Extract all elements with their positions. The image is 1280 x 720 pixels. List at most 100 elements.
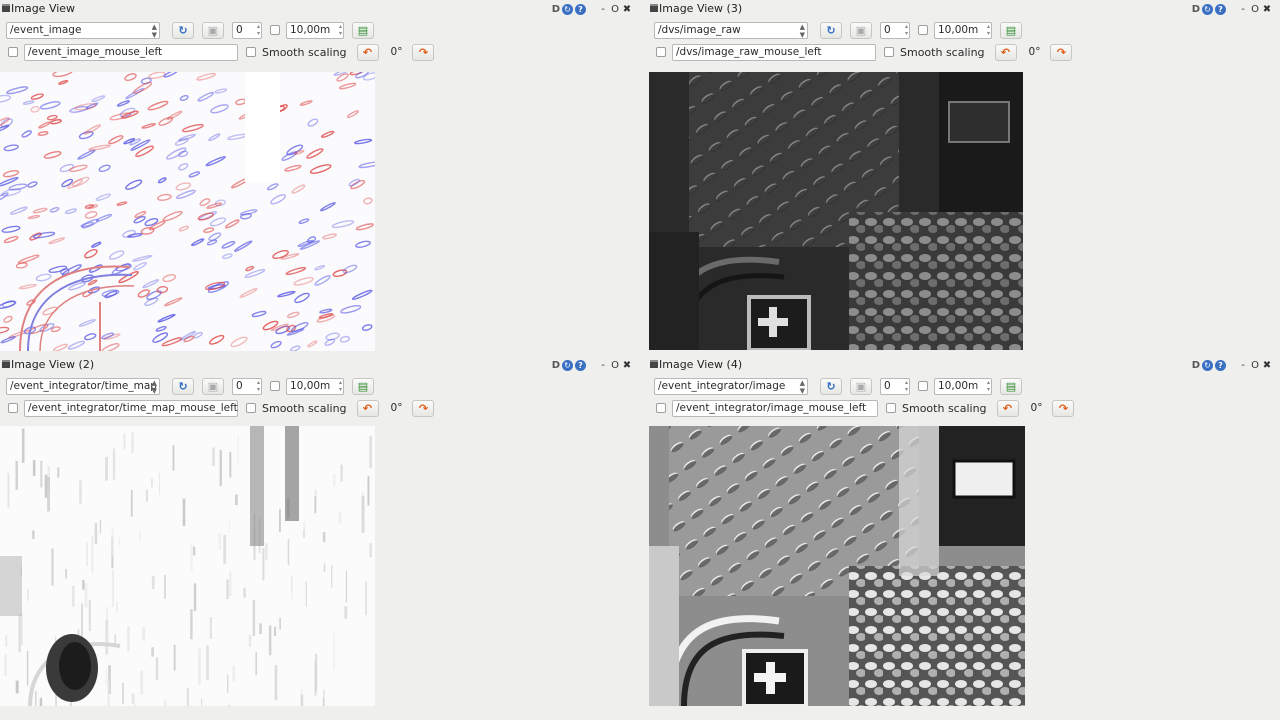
- zoom-spinbox[interactable]: 0 ▴ ▾: [880, 21, 910, 39]
- mouse-topic-field[interactable]: /dvs/image_raw_mouse_left: [672, 43, 876, 61]
- smooth-scaling-checkbox[interactable]: [246, 47, 256, 57]
- close-button[interactable]: ✖: [1262, 360, 1272, 371]
- smooth-scaling-checkbox[interactable]: [246, 403, 256, 413]
- topic-select-value: /event_integrator/time_map: [10, 379, 157, 392]
- rotate-right-button[interactable]: ↷: [1052, 399, 1075, 417]
- mouse-publish-checkbox[interactable]: [656, 47, 666, 57]
- integrated-image: [649, 426, 1025, 706]
- mouse-publish-checkbox[interactable]: [8, 47, 18, 57]
- zoom-spinbox[interactable]: 0 ▴ ▾: [232, 21, 262, 39]
- close-button[interactable]: ✖: [622, 4, 632, 15]
- refresh-icon: ↻: [826, 23, 836, 37]
- help-icon[interactable]: ?: [575, 359, 586, 371]
- dynamic-range-checkbox[interactable]: [918, 381, 928, 391]
- rotate-left-button[interactable]: ↶: [356, 399, 379, 417]
- zoom-value: 0: [884, 379, 891, 392]
- reload-icon[interactable]: ↻: [562, 3, 573, 15]
- zoom-spinbox[interactable]: 0 ▴ ▾: [880, 377, 910, 395]
- rate-value: 10,00m: [290, 379, 331, 392]
- mouse-publish-checkbox[interactable]: [8, 403, 18, 413]
- minimize-button[interactable]: -: [598, 4, 608, 15]
- zoom-icon: ▣: [855, 379, 867, 393]
- topic-select[interactable]: /event_integrator/time_map ▲ ▼: [6, 377, 160, 395]
- topic-select-value: /dvs/image_raw: [658, 23, 741, 36]
- refresh-topics-button[interactable]: ↻: [172, 21, 194, 39]
- help-icon[interactable]: ?: [1215, 3, 1226, 15]
- rate-spinbox[interactable]: 10,00m ▴ ▾: [934, 377, 992, 395]
- dynamic-range-checkbox[interactable]: [270, 381, 280, 391]
- mouse-publish-checkbox[interactable]: [656, 403, 666, 413]
- zoom-1-button[interactable]: ▣: [202, 377, 224, 395]
- save-image-button[interactable]: ▤: [1000, 377, 1022, 395]
- image-display[interactable]: [649, 426, 1025, 706]
- dynamic-range-checkbox[interactable]: [270, 25, 280, 35]
- rotate-left-button[interactable]: ↶: [356, 43, 379, 61]
- reload-icon[interactable]: ↻: [1202, 359, 1213, 371]
- rotate-right-icon: ↷: [1058, 401, 1069, 415]
- panel-titlebar[interactable]: Image View D ↻ ? - O ✖: [0, 1, 640, 17]
- dock-button[interactable]: D: [552, 4, 560, 15]
- panel-titlebar[interactable]: Image View (4) D ↻ ? - O ✖: [648, 357, 1280, 373]
- close-button[interactable]: ✖: [1262, 4, 1272, 15]
- reload-icon[interactable]: ↻: [1202, 3, 1213, 15]
- save-image-button[interactable]: ▤: [1000, 21, 1022, 39]
- image-view-panel-1: Image View D ↻ ? - O ✖ /event_image ▲ ▼ ↻…: [0, 0, 640, 356]
- rotate-left-button[interactable]: ↶: [996, 399, 1019, 417]
- mouse-topic-value: /event_integrator/time_map_mouse_left: [28, 401, 238, 414]
- dock-button[interactable]: D: [552, 360, 560, 371]
- window-controls: D ↻ ? - O ✖: [1192, 1, 1272, 17]
- mouse-topic-field[interactable]: /event_integrator/time_map_mouse_left: [24, 399, 238, 417]
- help-icon[interactable]: ?: [575, 3, 586, 15]
- rotate-right-button[interactable]: ↷: [412, 43, 435, 61]
- zoom-spinbox[interactable]: 0 ▴ ▾: [232, 377, 262, 395]
- rotate-right-button[interactable]: ↷: [412, 399, 435, 417]
- float-button[interactable]: O: [1250, 360, 1260, 371]
- dock-button[interactable]: D: [1192, 360, 1200, 371]
- combo-arrows-icon: ▲ ▼: [799, 22, 805, 39]
- topic-select[interactable]: /event_image ▲ ▼: [6, 21, 160, 39]
- smooth-scaling-checkbox[interactable]: [886, 403, 896, 413]
- rate-spinbox[interactable]: 10,00m ▴ ▾: [934, 21, 992, 39]
- refresh-topics-button[interactable]: ↻: [820, 377, 842, 395]
- topic-select[interactable]: /dvs/image_raw ▲ ▼: [654, 21, 808, 39]
- dock-button[interactable]: D: [1192, 4, 1200, 15]
- zoom-1-button[interactable]: ▣: [202, 21, 224, 39]
- image-display[interactable]: [0, 72, 375, 351]
- rate-spinbox[interactable]: 10,00m ▴ ▾: [286, 377, 344, 395]
- rotate-left-icon: ↶: [1000, 45, 1011, 59]
- image-display[interactable]: [649, 72, 1023, 350]
- mouse-topic-field[interactable]: /event_image_mouse_left: [24, 43, 238, 61]
- save-image-button[interactable]: ▤: [352, 21, 374, 39]
- zoom-icon: ▣: [207, 23, 219, 37]
- float-button[interactable]: O: [610, 4, 620, 15]
- float-button[interactable]: O: [1250, 4, 1260, 15]
- panel-title: Image View (3): [659, 2, 743, 15]
- panel-titlebar[interactable]: Image View (3) D ↻ ? - O ✖: [648, 1, 1280, 17]
- refresh-topics-button[interactable]: ↻: [172, 377, 194, 395]
- refresh-topics-button[interactable]: ↻: [820, 21, 842, 39]
- float-button[interactable]: O: [610, 360, 620, 371]
- minimize-button[interactable]: -: [1238, 360, 1248, 371]
- image-display[interactable]: [0, 426, 375, 706]
- window-icon: [650, 4, 658, 12]
- minimize-button[interactable]: -: [1238, 4, 1248, 15]
- help-icon[interactable]: ?: [1215, 359, 1226, 371]
- minimize-button[interactable]: -: [598, 360, 608, 371]
- reload-icon[interactable]: ↻: [562, 359, 573, 371]
- topic-select[interactable]: /event_integrator/image ▲ ▼: [654, 377, 808, 395]
- combo-arrows-icon: ▲ ▼: [799, 378, 805, 395]
- rotate-left-icon: ↶: [362, 45, 373, 59]
- close-button[interactable]: ✖: [622, 360, 632, 371]
- panel-titlebar[interactable]: Image View (2) D ↻ ? - O ✖: [0, 357, 640, 373]
- smooth-scaling-checkbox[interactable]: [884, 47, 894, 57]
- save-image-button[interactable]: ▤: [352, 377, 374, 395]
- rotate-right-button[interactable]: ↷: [1050, 43, 1073, 61]
- rotate-left-button[interactable]: ↶: [994, 43, 1017, 61]
- window-icon: [2, 4, 10, 12]
- dynamic-range-checkbox[interactable]: [918, 25, 928, 35]
- zoom-1-button[interactable]: ▣: [850, 377, 872, 395]
- zoom-1-button[interactable]: ▣: [850, 21, 872, 39]
- mouse-topic-value: /event_integrator/image_mouse_left: [676, 401, 867, 414]
- mouse-topic-field[interactable]: /event_integrator/image_mouse_left: [672, 399, 878, 417]
- rate-spinbox[interactable]: 10,00m ▴ ▾: [286, 21, 344, 39]
